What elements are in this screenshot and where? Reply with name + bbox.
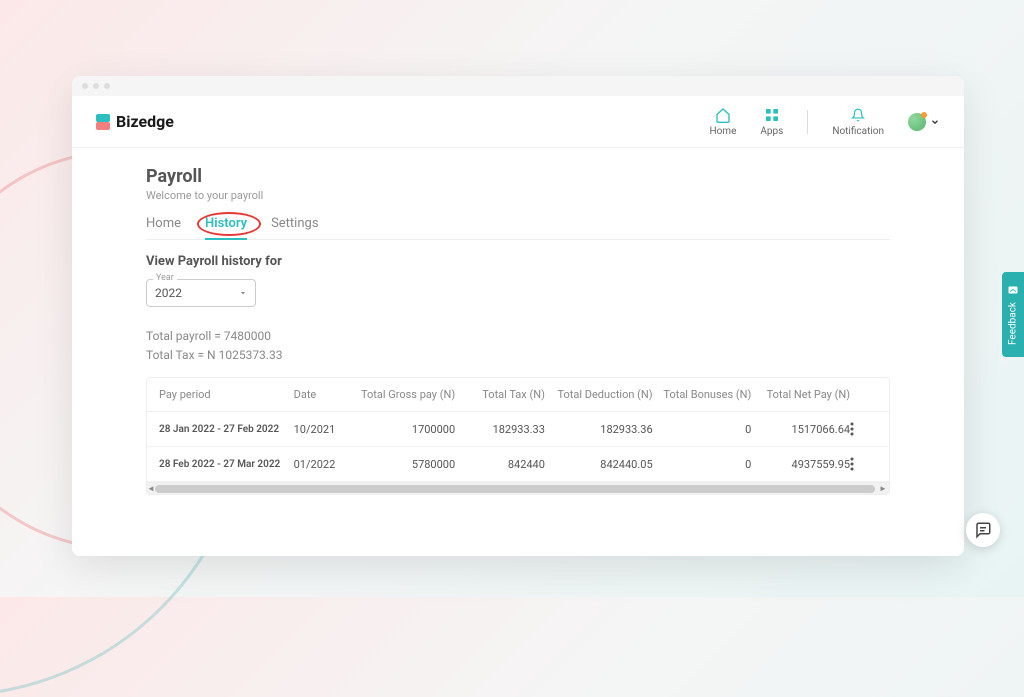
cell-bonuses: 0 bbox=[653, 458, 752, 471]
col-header-bonuses: Total Bonuses (N) bbox=[653, 388, 752, 401]
app-header: Bizedge Home Apps Notification bbox=[72, 96, 964, 148]
table-row[interactable]: 28 Jan 2022 - 27 Feb 202210/202117000001… bbox=[147, 412, 889, 447]
profile-menu[interactable] bbox=[908, 113, 940, 131]
col-header-deduction: Total Deduction (N) bbox=[545, 388, 653, 401]
col-header-date: Date bbox=[294, 388, 348, 401]
cell-netpay: 4937559.95 bbox=[751, 458, 850, 471]
scroll-right-icon[interactable]: ► bbox=[877, 483, 889, 495]
cell-period: 28 Jan 2022 - 27 Feb 2022 bbox=[159, 424, 294, 435]
cell-tax: 182933.33 bbox=[455, 423, 545, 436]
feedback-icon bbox=[1007, 284, 1019, 296]
col-header-gross: Total Gross pay (N) bbox=[347, 388, 455, 401]
tab-history[interactable]: History bbox=[205, 216, 247, 239]
page-subtitle: Welcome to your payroll bbox=[146, 189, 890, 202]
nav-home[interactable]: Home bbox=[709, 106, 736, 137]
col-header-period: Pay period bbox=[159, 388, 294, 401]
row-menu-button[interactable] bbox=[850, 457, 877, 471]
nav-divider bbox=[807, 110, 808, 134]
chat-icon bbox=[974, 521, 992, 539]
apps-icon bbox=[763, 106, 781, 124]
nav-notification[interactable]: Notification bbox=[832, 106, 884, 137]
brand-name: Bizedge bbox=[116, 112, 174, 131]
header-nav: Home Apps Notification bbox=[709, 106, 940, 137]
window-control-dot bbox=[93, 83, 99, 89]
brand-logo[interactable]: Bizedge bbox=[96, 112, 174, 131]
avatar bbox=[908, 113, 926, 131]
browser-titlebar bbox=[72, 76, 964, 96]
year-field-label: Year bbox=[153, 273, 177, 283]
totals-block: Total payroll = 7480000 Total Tax = N 10… bbox=[146, 327, 890, 365]
cell-deduction: 842440.05 bbox=[545, 458, 653, 471]
tab-settings[interactable]: Settings bbox=[271, 216, 318, 239]
browser-window: Bizedge Home Apps Notification bbox=[72, 76, 964, 556]
chevron-down-icon bbox=[930, 117, 940, 127]
total-payroll: Total payroll = 7480000 bbox=[146, 327, 890, 346]
cell-netpay: 1517066.64 bbox=[751, 423, 850, 436]
table-row[interactable]: 28 Feb 2022 - 27 Mar 202201/202257800008… bbox=[147, 447, 889, 482]
cell-gross: 5780000 bbox=[347, 458, 455, 471]
total-tax: Total Tax = N 1025373.33 bbox=[146, 346, 890, 365]
cell-deduction: 182933.36 bbox=[545, 423, 653, 436]
feedback-label: Feedback bbox=[1008, 302, 1019, 345]
year-select[interactable]: Year 2022 bbox=[146, 279, 256, 307]
chat-widget[interactable] bbox=[966, 513, 1000, 547]
bell-icon bbox=[849, 106, 867, 124]
main-content: Payroll Welcome to your payroll Home His… bbox=[72, 148, 964, 513]
window-control-dot bbox=[104, 83, 110, 89]
nav-notification-label: Notification bbox=[832, 126, 884, 137]
home-icon bbox=[714, 106, 732, 124]
cell-period: 28 Feb 2022 - 27 Mar 2022 bbox=[159, 459, 294, 470]
caret-down-icon bbox=[239, 289, 247, 297]
col-header-netpay: Total Net Pay (N) bbox=[751, 388, 850, 401]
tab-home[interactable]: Home bbox=[146, 216, 181, 239]
page-title: Payroll bbox=[146, 166, 890, 187]
row-menu-button[interactable] bbox=[850, 422, 877, 436]
nav-apps[interactable]: Apps bbox=[760, 106, 783, 137]
cell-tax: 842440 bbox=[455, 458, 545, 471]
col-header-tax: Total Tax (N) bbox=[455, 388, 545, 401]
nav-apps-label: Apps bbox=[760, 126, 783, 137]
scroll-thumb[interactable] bbox=[155, 485, 875, 493]
nav-home-label: Home bbox=[709, 126, 736, 137]
cell-date: 01/2022 bbox=[294, 458, 348, 471]
logo-icon bbox=[96, 114, 110, 130]
feedback-tab[interactable]: Feedback bbox=[1002, 272, 1024, 357]
horizontal-scrollbar[interactable]: ◄ ► bbox=[147, 482, 889, 494]
window-control-dot bbox=[82, 83, 88, 89]
tab-bar: Home History Settings bbox=[146, 216, 890, 240]
table-body: 28 Jan 2022 - 27 Feb 202210/202117000001… bbox=[147, 412, 889, 482]
year-value: 2022 bbox=[155, 286, 182, 300]
tab-history-label: History bbox=[205, 216, 247, 231]
section-label: View Payroll history for bbox=[146, 254, 890, 269]
table-header: Pay period Date Total Gross pay (N) Tota… bbox=[147, 378, 889, 412]
cell-date: 10/2021 bbox=[294, 423, 348, 436]
cell-gross: 1700000 bbox=[347, 423, 455, 436]
payroll-table: Pay period Date Total Gross pay (N) Tota… bbox=[146, 377, 890, 495]
cell-bonuses: 0 bbox=[653, 423, 752, 436]
